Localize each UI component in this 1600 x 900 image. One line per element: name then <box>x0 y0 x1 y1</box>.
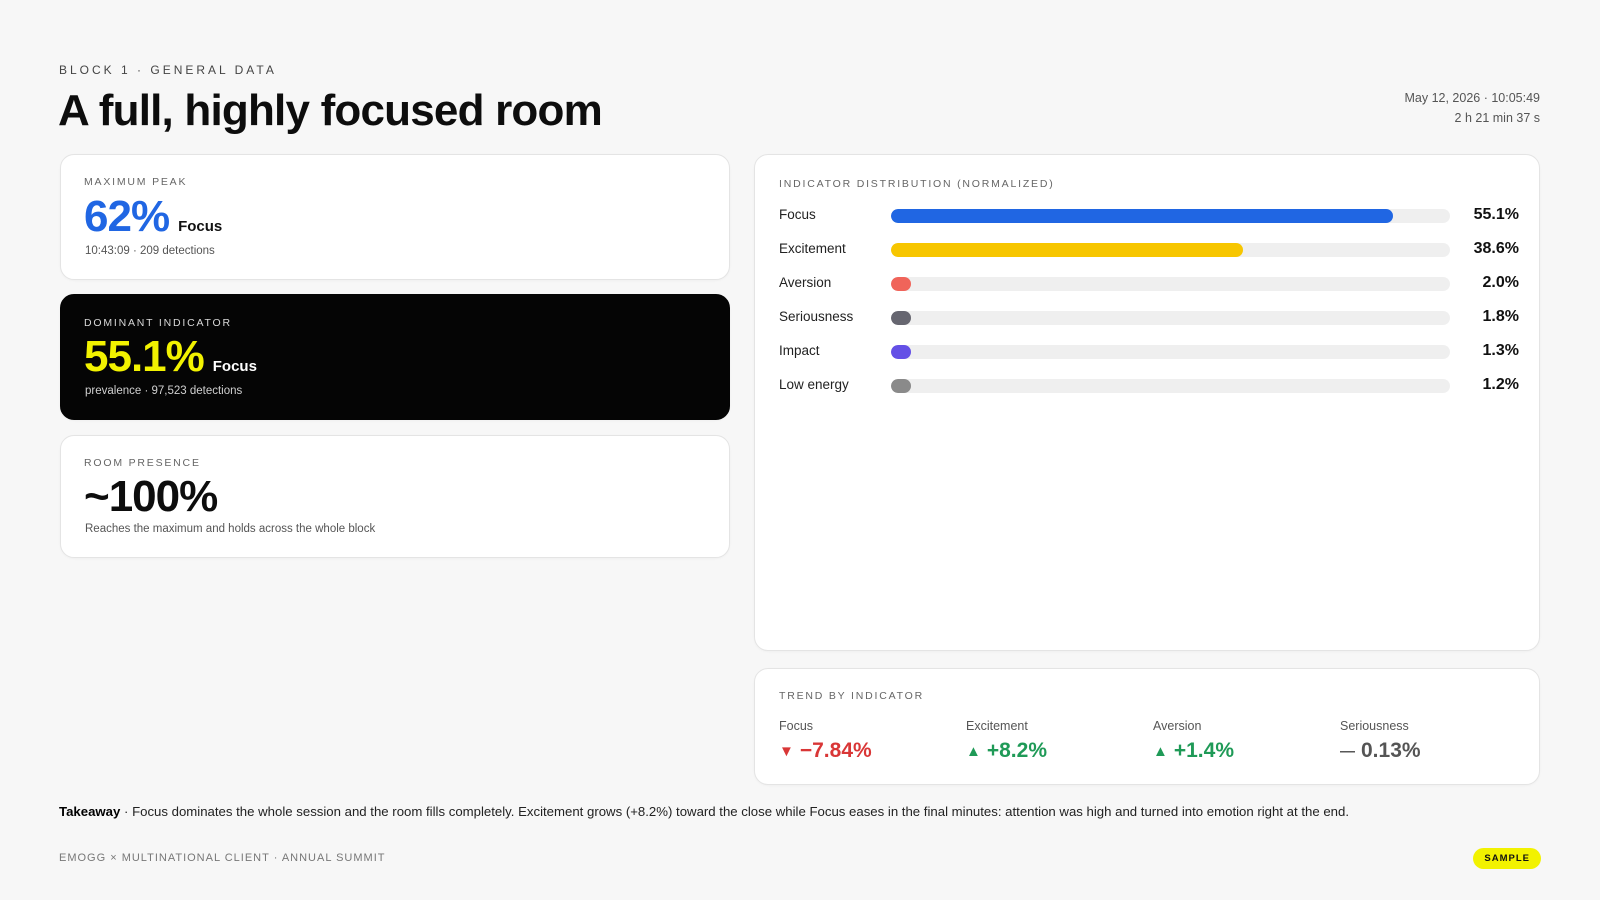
trend-value: −7.84% <box>799 739 872 762</box>
section-eyebrow: BLOCK 1 · GENERAL DATA <box>59 63 277 77</box>
bar-fill <box>891 277 911 291</box>
trend-label: Seriousness <box>1340 719 1409 733</box>
distribution-row: Focus 55.1% <box>779 205 1519 225</box>
indicator-distribution-card: INDICATOR DISTRIBUTION (NORMALIZED) Focu… <box>754 154 1540 651</box>
trend-value: 0.13% <box>1361 739 1421 762</box>
bar-value: 38.6% <box>1473 240 1519 257</box>
trend-item: Focus ▼ −7.84% <box>779 719 872 763</box>
dash-icon: — <box>1340 742 1355 760</box>
peak-value: 62% <box>84 192 170 241</box>
report-page: BLOCK 1 · GENERAL DATA A full, highly fo… <box>0 0 1600 900</box>
peak-detail: 10:43:09 · 209 detections <box>85 245 215 257</box>
kpi-row: 55.1% Focus <box>84 332 257 382</box>
trend-label: Aversion <box>1153 719 1202 733</box>
trend-item: Seriousness — 0.13% <box>1340 719 1421 763</box>
trend-value-row: ▲ +1.4% <box>1153 739 1234 763</box>
takeaway-body: · Focus dominates the whole session and … <box>120 804 1350 819</box>
bar-value: 1.2% <box>1482 376 1519 393</box>
bar-track <box>891 379 1450 393</box>
bar-label: Low energy <box>779 377 849 392</box>
bar-track <box>891 277 1450 291</box>
room-presence-card: ROOM PRESENCE ~100% Reaches the maximum … <box>60 435 730 558</box>
card-label: DOMINANT INDICATOR <box>84 317 232 329</box>
trend-value-row: ▼ −7.84% <box>779 739 872 763</box>
kpi-row: 62% Focus <box>84 192 222 242</box>
trend-value: +8.2% <box>986 739 1047 762</box>
distribution-row: Low energy 1.2% <box>779 375 1519 395</box>
bar-label: Aversion <box>779 275 832 290</box>
session-duration: 2 h 21 min 37 s <box>1454 110 1540 125</box>
trend-value-row: — 0.13% <box>1340 739 1421 763</box>
arrow-up-icon: ▲ <box>1153 742 1168 760</box>
distribution-row: Impact 1.3% <box>779 341 1519 361</box>
dominant-indicator: Focus <box>212 358 257 375</box>
card-label: ROOM PRESENCE <box>84 457 201 469</box>
bar-value: 1.8% <box>1482 308 1519 325</box>
bar-value: 55.1% <box>1473 206 1519 223</box>
trend-value-row: ▲ +8.2% <box>966 739 1047 763</box>
bar-label: Seriousness <box>779 309 854 324</box>
bar-fill <box>891 209 1394 223</box>
presence-detail: Reaches the maximum and holds across the… <box>85 523 376 535</box>
dominant-value: 55.1% <box>84 332 205 381</box>
bar-track <box>891 311 1450 325</box>
distribution-row: Excitement 38.6% <box>779 239 1519 259</box>
bar-fill <box>891 379 911 393</box>
trend-label: Excitement <box>966 719 1028 733</box>
bar-track <box>891 209 1450 223</box>
bar-label: Focus <box>779 207 816 222</box>
trend-item: Excitement ▲ +8.2% <box>966 719 1047 763</box>
takeaway-lead: Takeaway <box>59 804 121 819</box>
footer-text: EMOGG × MULTINATIONAL CLIENT · ANNUAL SU… <box>59 852 386 864</box>
bar-fill <box>891 243 1243 257</box>
maximum-peak-card: MAXIMUM PEAK 62% Focus 10:43:09 · 209 de… <box>60 154 730 280</box>
trend-label: Focus <box>779 719 814 733</box>
dominant-indicator-card: DOMINANT INDICATOR 55.1% Focus prevalenc… <box>60 294 730 420</box>
trend-card: TREND BY INDICATOR Focus ▼ −7.84% Excitemen… <box>754 668 1540 785</box>
trend-item: Aversion ▲ +1.4% <box>1153 719 1234 763</box>
trend-value: +1.4% <box>1173 739 1234 762</box>
distribution-row: Seriousness 1.8% <box>779 307 1519 327</box>
card-label: INDICATOR DISTRIBUTION (NORMALIZED) <box>779 178 1055 190</box>
bar-track <box>891 243 1450 257</box>
sample-badge: SAMPLE <box>1473 848 1541 869</box>
bar-value: 2.0% <box>1482 274 1519 291</box>
bar-fill <box>891 311 911 325</box>
takeaway-text: Takeaway · Focus dominates the whole ses… <box>59 804 1349 819</box>
arrow-up-icon: ▲ <box>966 742 981 760</box>
bar-fill <box>891 345 911 359</box>
arrow-down-icon: ▼ <box>779 742 794 760</box>
distribution-row: Aversion 2.0% <box>779 273 1519 293</box>
bar-track <box>891 345 1450 359</box>
card-label: MAXIMUM PEAK <box>84 176 188 188</box>
session-meta: May 12, 2026 · 10:05:49 2 h 21 min 37 s <box>1404 89 1540 128</box>
bar-label: Impact <box>779 343 820 358</box>
dominant-detail: prevalence · 97,523 detections <box>85 385 243 397</box>
card-label: TREND BY INDICATOR <box>779 690 924 702</box>
bar-value: 1.3% <box>1482 342 1519 359</box>
kpi-row: ~100% <box>84 472 218 522</box>
bar-label: Excitement <box>779 241 846 256</box>
peak-indicator: Focus <box>178 218 223 235</box>
presence-value: ~100% <box>84 472 218 521</box>
page-title: A full, highly focused room <box>58 86 603 135</box>
session-datetime: May 12, 2026 · 10:05:49 <box>1404 91 1540 105</box>
